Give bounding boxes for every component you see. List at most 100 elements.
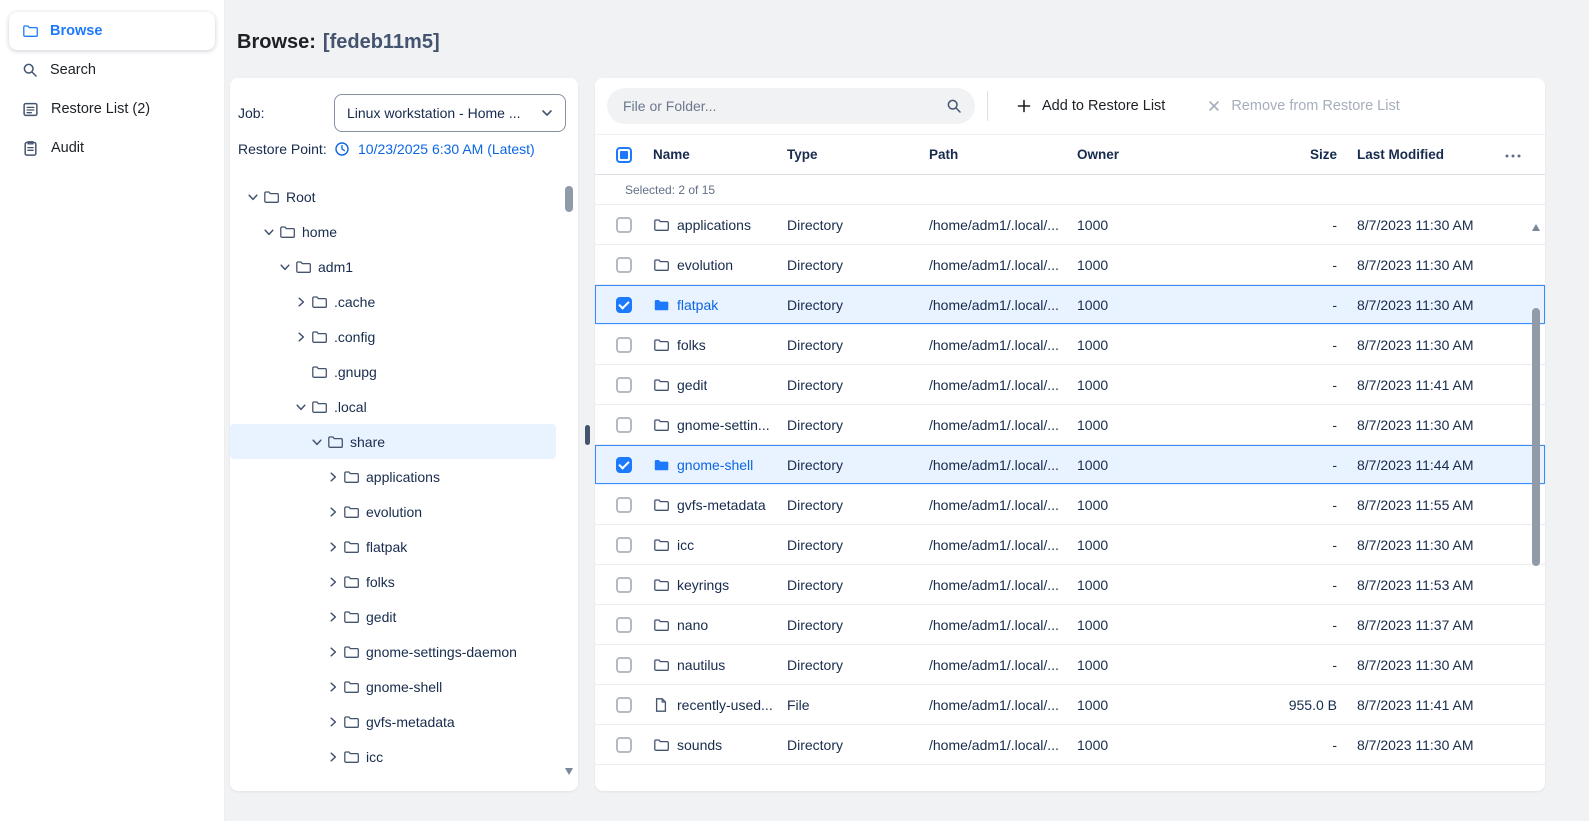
folder-icon xyxy=(311,399,327,415)
table-row[interactable]: sounds Directory /home/adm1/.local/... 1… xyxy=(595,725,1545,765)
tree-item[interactable]: share xyxy=(230,424,556,459)
tree-item[interactable]: .gnupg xyxy=(230,354,556,389)
tree-item[interactable]: evolution xyxy=(230,494,556,529)
row-checkbox[interactable] xyxy=(616,697,632,713)
file-modified: 8/7/2023 11:41 AM xyxy=(1337,697,1491,713)
tree-item[interactable]: flatpak xyxy=(230,529,556,564)
tree-scrollbar[interactable] xyxy=(565,184,573,775)
chevron-down-icon[interactable] xyxy=(292,398,310,416)
chevron-right-icon[interactable] xyxy=(324,713,342,731)
chevron-right-icon[interactable] xyxy=(324,643,342,661)
table-row[interactable]: nautilus Directory /home/adm1/.local/...… xyxy=(595,645,1545,685)
add-to-restore-list-button[interactable]: Add to Restore List xyxy=(1006,92,1175,120)
scroll-down-arrow[interactable] xyxy=(565,768,573,775)
sidebar-item-audit[interactable]: Audit xyxy=(9,129,215,167)
sidebar-item-label: Audit xyxy=(51,140,84,156)
row-checkbox[interactable] xyxy=(616,577,632,593)
tree-item[interactable]: folks xyxy=(230,564,556,599)
table-row[interactable]: nano Directory /home/adm1/.local/... 100… xyxy=(595,605,1545,645)
tree-item[interactable]: gedit xyxy=(230,599,556,634)
scroll-up-arrow[interactable] xyxy=(1532,224,1540,231)
folder-icon xyxy=(653,377,669,393)
chevron-right-icon[interactable] xyxy=(292,328,310,346)
row-checkbox[interactable] xyxy=(616,257,632,273)
table-row[interactable]: applications Directory /home/adm1/.local… xyxy=(595,205,1545,245)
table-row[interactable]: keyrings Directory /home/adm1/.local/...… xyxy=(595,565,1545,605)
tree-item[interactable]: icc xyxy=(230,739,556,774)
restore-point-link[interactable]: 10/23/2025 6:30 AM (Latest) xyxy=(334,141,535,157)
file-size: - xyxy=(1253,537,1337,553)
chevron-right-icon[interactable] xyxy=(324,608,342,626)
chevron-right-icon[interactable] xyxy=(324,538,342,556)
sidebar-item-restore-list[interactable]: Restore List (2) xyxy=(9,90,215,128)
row-checkbox[interactable] xyxy=(616,497,632,513)
chevron-down-icon[interactable] xyxy=(260,223,278,241)
tree-item[interactable]: Root xyxy=(230,179,556,214)
row-checkbox[interactable] xyxy=(616,297,632,313)
table-row[interactable]: flatpak Directory /home/adm1/.local/... … xyxy=(595,285,1545,325)
table-row[interactable]: gnome-settin... Directory /home/adm1/.lo… xyxy=(595,405,1545,445)
tree-item[interactable]: gnome-shell xyxy=(230,669,556,704)
table-row[interactable]: gvfs-metadata Directory /home/adm1/.loca… xyxy=(595,485,1545,525)
file-type: Directory xyxy=(787,537,929,553)
folder-icon xyxy=(343,749,359,765)
tree-item[interactable]: gnome-settings-daemon xyxy=(230,634,556,669)
row-checkbox[interactable] xyxy=(616,537,632,553)
row-checkbox[interactable] xyxy=(616,617,632,633)
tree-item[interactable]: adm1 xyxy=(230,249,556,284)
tree-item[interactable]: gvfs-metadata xyxy=(230,704,556,739)
chevron-right-icon[interactable] xyxy=(324,503,342,521)
chevron-down-icon[interactable] xyxy=(244,188,262,206)
tree-scrollbar-thumb[interactable] xyxy=(565,186,573,212)
table-row[interactable]: evolution Directory /home/adm1/.local/..… xyxy=(595,245,1545,285)
table-scrollbar-thumb[interactable] xyxy=(1532,308,1540,566)
chevron-right-icon[interactable] xyxy=(324,468,342,486)
table-row[interactable]: gedit Directory /home/adm1/.local/... 10… xyxy=(595,365,1545,405)
sidebar-item-browse[interactable]: Browse xyxy=(9,12,215,50)
chevron-down-icon[interactable] xyxy=(276,258,294,276)
sidebar-item-search[interactable]: Search xyxy=(9,51,215,89)
ellipsis-icon[interactable] xyxy=(1504,147,1522,162)
chevron-down-icon[interactable] xyxy=(308,433,326,451)
column-header-size[interactable]: Size xyxy=(1253,147,1337,162)
tree-item[interactable]: .cache xyxy=(230,284,556,319)
table-scrollbar[interactable] xyxy=(1532,224,1540,777)
row-checkbox[interactable] xyxy=(616,337,632,353)
chevron-right-icon[interactable] xyxy=(324,748,342,766)
row-checkbox[interactable] xyxy=(616,737,632,753)
row-checkbox[interactable] xyxy=(616,217,632,233)
tree-item[interactable]: applications xyxy=(230,459,556,494)
panel-splitter[interactable] xyxy=(581,78,593,791)
job-select[interactable]: Linux workstation - Home ... xyxy=(334,94,566,132)
select-all-checkbox[interactable] xyxy=(616,147,632,163)
column-header-type[interactable]: Type xyxy=(787,147,929,162)
file-name: sounds xyxy=(677,737,722,753)
table-row[interactable]: gnome-shell Directory /home/adm1/.local/… xyxy=(595,445,1545,485)
chevron-right-icon[interactable] xyxy=(324,573,342,591)
table-row[interactable]: folks Directory /home/adm1/.local/... 10… xyxy=(595,325,1545,365)
row-checkbox[interactable] xyxy=(616,457,632,473)
tree-item[interactable]: home xyxy=(230,214,556,249)
column-header-owner[interactable]: Owner xyxy=(1077,147,1253,162)
tree-item[interactable]: .config xyxy=(230,319,556,354)
search-input[interactable] xyxy=(607,88,975,124)
chevron-right-icon[interactable] xyxy=(292,293,310,311)
remove-from-restore-list-label: Remove from Restore List xyxy=(1231,98,1399,114)
chevron-right-icon[interactable] xyxy=(324,678,342,696)
row-checkbox[interactable] xyxy=(616,657,632,673)
remove-from-restore-list-button[interactable]: Remove from Restore List xyxy=(1197,92,1409,120)
tree-item-label: Root xyxy=(286,189,316,205)
row-checkbox[interactable] xyxy=(616,417,632,433)
table-row[interactable]: icc Directory /home/adm1/.local/... 1000… xyxy=(595,525,1545,565)
tree-item-label: share xyxy=(350,434,385,450)
file-size: - xyxy=(1253,417,1337,433)
tree-item[interactable]: .local xyxy=(230,389,556,424)
column-header-path[interactable]: Path xyxy=(929,147,1077,162)
file-search[interactable] xyxy=(607,88,975,124)
row-checkbox[interactable] xyxy=(616,377,632,393)
table-row[interactable]: recently-used... File /home/adm1/.local/… xyxy=(595,685,1545,725)
column-header-name[interactable]: Name xyxy=(653,147,787,162)
column-header-modified[interactable]: Last Modified xyxy=(1337,147,1491,162)
tree-item-label: folks xyxy=(366,574,395,590)
file-name: gedit xyxy=(677,377,707,393)
